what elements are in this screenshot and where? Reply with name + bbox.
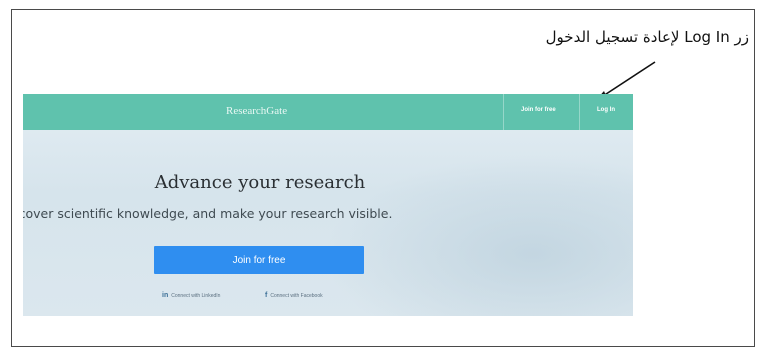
nav-join-link[interactable]: Join for free <box>521 107 556 113</box>
connect-facebook-link[interactable]: f Connect with Facebook <box>265 292 323 299</box>
nav-divider <box>503 94 504 130</box>
website-screenshot: ResearchGate Join for free Log In Advanc… <box>23 94 633 316</box>
join-for-free-button[interactable]: Join for free <box>154 246 364 274</box>
connect-linkedin-link[interactable]: in Connect with LinkedIn <box>162 292 220 299</box>
nav-divider <box>579 94 580 130</box>
connect-facebook-label: Connect with Facebook <box>270 293 323 299</box>
linkedin-icon: in <box>162 292 169 299</box>
log-in-link[interactable]: Log In <box>597 107 615 113</box>
top-navigation-bar: ResearchGate Join for free Log In <box>23 94 633 130</box>
arabic-annotation: زر Log In لإعادة تسجيل الدخول <box>545 28 749 46</box>
hero-title: Advance your research <box>154 172 366 193</box>
researchgate-logo[interactable]: ResearchGate <box>226 105 287 117</box>
hero-subtitle: Discover scientific knowledge, and make … <box>23 206 393 221</box>
connect-linkedin-label: Connect with LinkedIn <box>171 293 221 299</box>
facebook-icon: f <box>265 292 268 299</box>
